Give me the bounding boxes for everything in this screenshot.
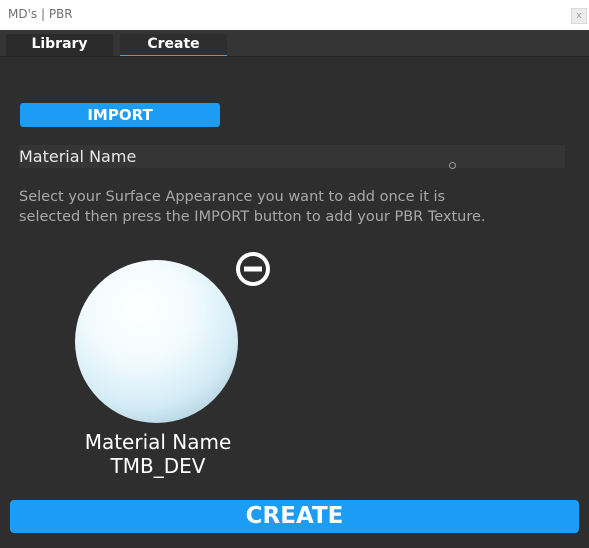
plugin-window: MD's | PBR x Library Create IMPORT Mater… — [0, 0, 589, 548]
instructions-text: Select your Surface Appearance you want … — [19, 189, 486, 225]
create-button[interactable]: CREATE — [10, 500, 579, 533]
close-button[interactable]: x — [571, 8, 587, 24]
material-preview-sphere — [75, 260, 238, 423]
preview-material-name: Material Name — [84, 430, 232, 454]
cursor-dot-icon — [449, 162, 456, 169]
preview-creator-name: TMB_DEV — [110, 454, 206, 478]
tab-library[interactable]: Library — [6, 34, 113, 56]
tab-create[interactable]: Create — [120, 34, 227, 56]
window-title: MD's | PBR — [8, 7, 73, 21]
remove-icon[interactable] — [234, 250, 272, 288]
tab-bar: Library Create — [0, 30, 589, 57]
material-name-field[interactable]: Material Name — [19, 145, 565, 169]
material-name-text: Material Name — [19, 147, 137, 166]
title-bar: MD's | PBR x — [0, 0, 589, 30]
import-button[interactable]: IMPORT — [20, 103, 220, 127]
